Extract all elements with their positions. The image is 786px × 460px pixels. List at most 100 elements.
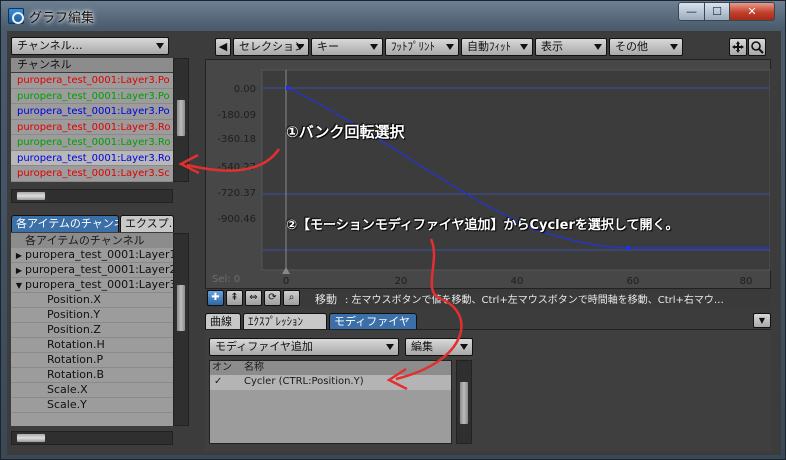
expand-arrow-icon[interactable]: ▼ [13, 279, 25, 293]
toolbar-menu-5[interactable]: その他 [609, 38, 683, 56]
column-on: オン [212, 362, 232, 373]
panel-menu-button[interactable]: ▼ [753, 313, 771, 328]
y-tick-label: -360.18 [217, 134, 256, 145]
bottom-tab-2[interactable]: モディファイヤ [329, 313, 417, 330]
channel-filter-dropdown[interactable]: チャンネル… [11, 37, 169, 55]
tab-item-1[interactable]: エクスプ… [120, 215, 174, 232]
y-tick-label: 0.00 [234, 84, 256, 95]
add-key-tool-icon[interactable]: ⇞ [226, 290, 243, 306]
x-tick-label: 60 [627, 276, 640, 287]
channel-horizontal-scrollbar[interactable] [11, 189, 173, 203]
tree-item[interactable]: Position.Y [11, 308, 173, 323]
tree-item-label: puropera_test_0001:Layer3 [25, 278, 173, 291]
move-key-tool-icon[interactable]: ✚ [207, 290, 224, 306]
modifier-list-header: オン 名称 [210, 361, 451, 375]
item-tree-scrollbar[interactable] [173, 233, 189, 426]
toolbar-menu-0[interactable]: セレクション [233, 38, 309, 56]
channel-list-scrollbar[interactable] [173, 58, 189, 182]
chevron-down-icon [370, 44, 378, 50]
tree-item-label: puropera_test_0001:Layer2 [25, 263, 173, 276]
channel-row[interactable]: puropera_test_0001:Layer3.Po [11, 73, 173, 89]
toolbar-menu-3[interactable]: 自動ﾌｨｯﾄ [461, 38, 533, 56]
item-tree-header: 各アイテムのチャンネル [11, 233, 173, 248]
modifier-row[interactable]: ✓ Cycler (CTRL:Position.Y) [210, 375, 451, 390]
title-bar[interactable]: グラフ編集 — ☐ ✕ [1, 1, 785, 29]
expand-arrow-icon[interactable]: ▶ [13, 264, 25, 278]
maximize-button[interactable]: ☐ [704, 2, 730, 21]
close-button[interactable]: ✕ [729, 2, 775, 21]
tree-item-label: Rotation.P [47, 353, 104, 366]
modifier-list-scrollbar[interactable] [456, 360, 472, 444]
graph-status-bar: ✚ ⇞ ⇔ ⟳ ⌕ 移動: 左マウスボタンで値を移動、Ctrl+左マウスボタンで… [205, 289, 771, 307]
x-tick-label: 80 [740, 276, 753, 287]
chevron-down-icon [460, 344, 468, 350]
channel-row[interactable]: puropera_test_0001:Layer3.Ro [11, 120, 173, 135]
tree-item[interactable]: Scale.Y [11, 398, 173, 413]
curve-graph[interactable]: 0.00 -180.09 -360.18 -540.27 -720.37 -900.46 0… [205, 59, 771, 289]
chevron-down-icon [520, 44, 528, 50]
add-modifier-dropdown[interactable]: モディファイヤ追加 [209, 338, 399, 356]
toolbar-menu-label: キー [317, 40, 339, 53]
edit-modifier-dropdown[interactable]: 編集 [405, 338, 473, 356]
item-tree-horizontal-scrollbar[interactable] [11, 431, 173, 445]
modifier-scroll-thumb[interactable] [459, 381, 469, 425]
tree-item[interactable]: ▶ puropera_test_0001:Layer2 [11, 263, 173, 278]
channel-list-header: チャンネル [11, 58, 173, 72]
status-hint: 移動: 左マウスボタンで値を移動、Ctrl+左マウスボタンで時間軸を移動、Ctr… [315, 291, 724, 307]
channel-row[interactable]: puropera_test_0001:Layer3.Ro [11, 135, 173, 151]
toolbar-menu-1[interactable]: キー [311, 38, 383, 56]
y-tick-label: -540.27 [217, 162, 256, 173]
tree-item-label: Rotation.H [47, 338, 105, 351]
zoom-icon[interactable] [748, 38, 766, 56]
tree-item[interactable]: ▶ puropera_test_0001:Layer1 [11, 248, 173, 263]
tree-item[interactable]: Rotation.H [11, 338, 173, 353]
tree-item[interactable]: Position.X [11, 293, 173, 308]
move-icon[interactable] [729, 38, 747, 56]
toolbar-menu-2[interactable]: ﾌｯﾄﾌﾟﾘﾝﾄ [385, 38, 459, 56]
chevron-down-icon [156, 43, 164, 49]
toolbar-menu-label: 表示 [541, 40, 563, 53]
modifier-list: オン 名称 ✓ Cycler (CTRL:Position.Y) [209, 360, 452, 444]
bottom-tab-1[interactable]: ｴｸｽﾌﾟﾚｯｼｮﾝ [243, 313, 327, 330]
tree-item-label: Position.Y [47, 308, 101, 321]
roll-tool-icon[interactable]: ⟳ [264, 290, 281, 306]
annotation-step-2: ②【モーションモディファイヤ追加】からCyclerを選択して開く。 [286, 218, 679, 233]
channel-hscroll-thumb[interactable] [16, 191, 46, 201]
curve-graph-canvas[interactable]: 0.00 -180.09 -360.18 -540.27 -720.37 -900.46 0… [206, 60, 772, 290]
channel-row[interactable]: puropera_test_0001:Layer3.Po [11, 89, 173, 104]
add-modifier-label: モディファイヤ追加 [215, 340, 313, 353]
item-tree-scroll-thumb[interactable] [176, 284, 186, 332]
plot-area [261, 69, 771, 271]
channel-row[interactable]: puropera_test_0001:Layer3.Ro [11, 150, 173, 166]
toolbar-menu-label: その他 [615, 40, 648, 53]
modifier-name: Cycler (CTRL:Position.Y) [244, 376, 364, 387]
toolbar-menu-4[interactable]: 表示 [535, 38, 607, 56]
tab-item-0[interactable]: 各アイテムのチャンネル [11, 215, 119, 232]
tree-item[interactable]: ▼ puropera_test_0001:Layer3 [11, 278, 173, 293]
chevron-down-icon [594, 44, 602, 50]
tree-item[interactable]: Scale.X [11, 383, 173, 398]
channel-scroll-thumb[interactable] [176, 99, 186, 137]
x-tick-label: 20 [395, 276, 408, 287]
y-tick-label: -720.37 [217, 188, 256, 199]
y-tick-label: -180.09 [217, 110, 256, 121]
item-tree-hscroll-thumb[interactable] [16, 433, 46, 443]
channel-row[interactable]: puropera_test_0001:Layer3.Sc [11, 166, 173, 182]
key-point [286, 86, 290, 90]
minimize-button[interactable]: — [678, 2, 705, 21]
tree-item[interactable]: Rotation.P [11, 353, 173, 368]
collapse-left-button[interactable]: ◀ [215, 38, 231, 56]
stretch-tool-icon[interactable]: ⇔ [245, 290, 262, 306]
chevron-down-icon [386, 344, 394, 350]
channel-row[interactable]: puropera_test_0001:Layer3.Po [11, 104, 173, 120]
tree-item-label: Rotation.B [47, 368, 105, 381]
bottom-tab-0[interactable]: 曲線 [205, 313, 241, 330]
tree-item[interactable]: Rotation.B [11, 368, 173, 383]
annotation-step-1: ①バンク回転選択 [286, 123, 405, 141]
modifier-enabled-checkbox[interactable]: ✓ [210, 375, 244, 389]
status-mode-label: 移動 [315, 293, 337, 306]
app-icon [8, 8, 24, 24]
zoom-tool-icon[interactable]: ⌕ [283, 290, 300, 306]
tree-item[interactable]: Position.Z [11, 323, 173, 338]
expand-arrow-icon[interactable]: ▶ [13, 249, 25, 263]
